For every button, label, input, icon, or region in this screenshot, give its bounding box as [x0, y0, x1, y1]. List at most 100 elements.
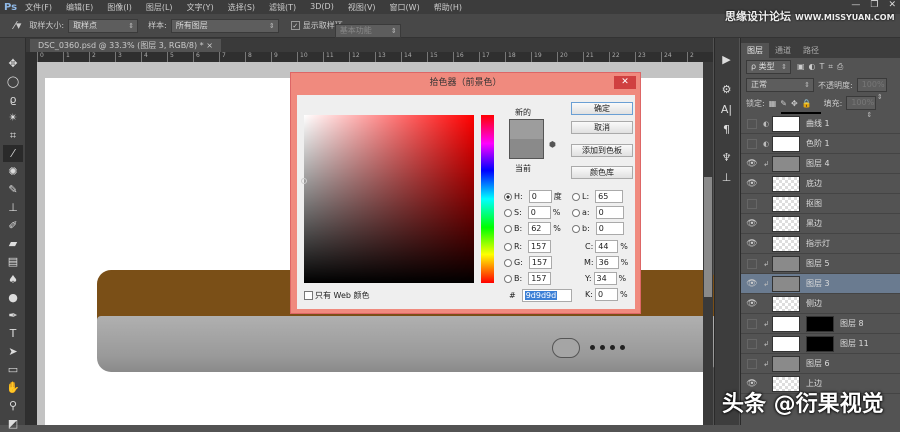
g-radio[interactable] [504, 258, 512, 267]
hue-slider[interactable] [481, 115, 494, 283]
lock-icons[interactable]: ▦✎✥🔒 [769, 99, 816, 108]
h-input[interactable]: 0 [528, 190, 552, 203]
color-swatches-icon[interactable]: ◩ [3, 415, 23, 432]
eye-icon[interactable]: 👁 [744, 219, 760, 229]
play-icon[interactable]: ▶ [715, 50, 738, 70]
dialog-close-button[interactable]: ✕ [614, 76, 636, 89]
eye-icon[interactable]: 👁 [744, 299, 760, 309]
visibility-toggle[interactable] [747, 258, 757, 269]
lasso-tool-icon[interactable]: ϱ [3, 91, 23, 108]
l-input[interactable]: 65 [595, 190, 624, 203]
healing-tool-icon[interactable]: ✺ [3, 163, 23, 180]
layer-row[interactable]: ↲ 图层 5 [741, 254, 900, 274]
visibility-toggle[interactable] [747, 358, 757, 369]
visibility-toggle[interactable] [747, 198, 757, 209]
marquee-tool-icon[interactable]: ◯ [3, 73, 23, 90]
stamp-tool-icon[interactable]: ⊥ [3, 199, 23, 216]
gradient-tool-icon[interactable]: ▤ [3, 253, 23, 270]
menu-item[interactable]: 选择(S) [228, 2, 255, 13]
paragraph-icon[interactable]: ¶ [715, 120, 738, 140]
character-icon[interactable]: ⚙ [715, 80, 738, 100]
visibility-toggle[interactable] [747, 118, 757, 129]
dodge-tool-icon[interactable]: ● [3, 289, 23, 306]
move-tool-icon[interactable]: ✥ [3, 55, 23, 72]
filter-icons[interactable]: ▣◐T⌗⎙ [797, 62, 847, 72]
tab-channels[interactable]: 通道 [769, 43, 797, 58]
shape-tool-icon[interactable]: ▭ [3, 361, 23, 378]
type-panel-icon[interactable]: A| [715, 100, 738, 120]
magic-wand-icon[interactable]: ✴ [3, 109, 23, 126]
fill-input[interactable]: 100% [846, 96, 877, 121]
layer-row[interactable]: 抠图 [741, 194, 900, 214]
layer-row[interactable]: ↲ 图层 8 [741, 314, 900, 334]
sample-select[interactable]: 所有图层 [170, 18, 279, 33]
web-only-checkbox[interactable] [304, 291, 313, 300]
h-radio[interactable] [504, 192, 512, 201]
layer-row[interactable]: 👁 黑边 [741, 214, 900, 234]
layer-row[interactable]: 👁 底边 [741, 174, 900, 194]
b-input[interactable]: 62 [528, 222, 552, 235]
hex-input[interactable]: 9d9d9d [521, 289, 572, 302]
eyedropper-tool-icon[interactable]: ⁄ [3, 145, 23, 162]
layer-row[interactable]: 👁 ↲ 图层 4 [741, 154, 900, 174]
opacity-input[interactable]: 100% [856, 78, 887, 103]
layer-row[interactable]: ◐ 色阶 1 [741, 134, 900, 154]
layer-row[interactable]: 👁 侧边 [741, 294, 900, 314]
blur-tool-icon[interactable]: ♠ [3, 271, 23, 288]
menu-item[interactable]: 窗口(W) [390, 2, 420, 13]
b-radio[interactable] [504, 224, 512, 233]
add-to-swatches-button[interactable]: 添加到色板 [571, 144, 633, 157]
cancel-button[interactable]: 取消 [571, 121, 633, 134]
type-tool-icon[interactable]: T [3, 325, 23, 342]
blue-radio[interactable] [504, 274, 512, 283]
menu-item[interactable]: 滤镜(T) [269, 2, 296, 13]
blue-input[interactable]: 157 [528, 272, 552, 285]
a-input[interactable]: 0 [595, 206, 624, 219]
color-field[interactable] [301, 115, 474, 283]
k-input[interactable]: 0 [594, 288, 618, 301]
color-field-marker[interactable] [301, 178, 307, 184]
s-input[interactable]: 0 [527, 206, 551, 219]
layer-row[interactable]: ↲ 图层 6 [741, 354, 900, 374]
eye-icon[interactable]: 👁 [744, 179, 760, 189]
eye-icon[interactable]: 👁 [744, 279, 760, 289]
layer-row[interactable]: ◐ 曲线 1 [741, 114, 900, 134]
workspace-select[interactable]: 基本功能 [334, 23, 401, 38]
hand-tool-icon[interactable]: ✋ [3, 379, 23, 396]
eraser-tool-icon[interactable]: ▰ [3, 235, 23, 252]
vertical-scrollbar[interactable] [703, 62, 713, 425]
clone-source-icon[interactable]: ⊥ [715, 168, 738, 188]
a-radio[interactable] [572, 208, 580, 217]
pen-tool-icon[interactable]: ✒ [3, 307, 23, 324]
visibility-toggle[interactable] [747, 138, 757, 149]
menu-item[interactable]: 图层(L) [146, 2, 173, 13]
tab-layers[interactable]: 图层 [741, 43, 769, 58]
layer-filter-select[interactable]: ρ 类型 [746, 60, 791, 74]
blend-mode-select[interactable]: 正常 [746, 78, 814, 92]
lab-b-radio[interactable] [572, 224, 580, 233]
cube-icon[interactable]: ⬢ [549, 140, 556, 149]
layer-row[interactable]: 👁 ↲ 图层 3 [741, 274, 900, 294]
r-radio[interactable] [504, 242, 512, 251]
eyedropper-icon[interactable]: ⁄▾ [14, 19, 21, 32]
sample-size-select[interactable]: 取样点 [68, 18, 139, 33]
close-tab-icon[interactable]: × [206, 41, 213, 50]
menu-item[interactable]: 图像(I) [107, 2, 132, 13]
color-libraries-button[interactable]: 颜色库 [571, 166, 633, 179]
lab-b-input[interactable]: 0 [595, 222, 624, 235]
eye-icon[interactable]: 👁 [744, 159, 760, 169]
layer-row[interactable]: 👁 指示灯 [741, 234, 900, 254]
visibility-toggle[interactable] [747, 338, 757, 349]
zoom-tool-icon[interactable]: ⚲ [3, 397, 23, 414]
layer-row[interactable]: ↲ 图层 11 [741, 334, 900, 354]
visibility-toggle[interactable] [747, 318, 757, 329]
m-input[interactable]: 36 [595, 256, 619, 269]
crop-tool-icon[interactable]: ⌗ [3, 127, 23, 144]
s-radio[interactable] [504, 208, 512, 217]
menu-item[interactable]: 帮助(H) [434, 2, 462, 13]
g-input[interactable]: 157 [528, 256, 552, 269]
ok-button[interactable]: 确定 [571, 102, 633, 115]
menu-item[interactable]: 文字(Y) [187, 2, 214, 13]
document-tab[interactable]: DSC_0360.psd @ 33.3% (图层 3, RGB/8) * × [30, 39, 221, 52]
path-select-icon[interactable]: ➤ [3, 343, 23, 360]
